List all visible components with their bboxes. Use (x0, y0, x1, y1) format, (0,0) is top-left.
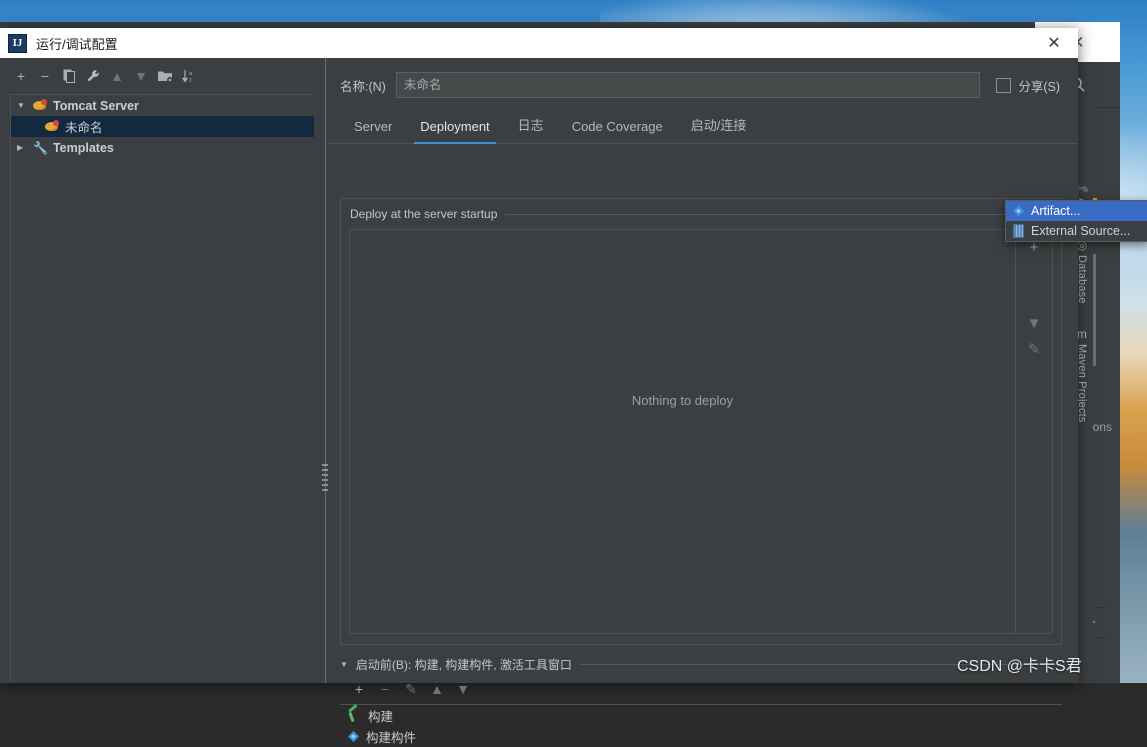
edit-task-button[interactable]: ✎ (400, 679, 422, 699)
edit-templates-button[interactable] (82, 66, 104, 86)
tab-deployment[interactable]: Deployment (406, 114, 503, 144)
deployment-legend: Deploy at the server startup (350, 207, 1052, 221)
move-down-button[interactable]: ▼ (1019, 310, 1049, 336)
wrench-icon: 🔧 (33, 140, 48, 155)
copy-configuration-button[interactable] (58, 66, 80, 86)
tree-row-unnamed-config[interactable]: 未命名 (11, 116, 314, 137)
name-label: 名称:(N) (340, 79, 386, 94)
svg-text:a: a (189, 71, 193, 77)
artifact-diamond-icon (1013, 205, 1024, 217)
legend-divider (505, 213, 1052, 215)
copy-icon (63, 69, 75, 83)
dialog-titlebar: IJ 运行/调试配置 ✕ (0, 28, 1078, 58)
svg-text:z: z (189, 78, 192, 84)
name-row: 名称:(N) 分享(S) (328, 58, 1078, 98)
edit-button[interactable]: ✎ (1019, 336, 1049, 362)
remove-task-button[interactable]: − (374, 679, 396, 699)
hammer-icon (348, 709, 361, 722)
list-item[interactable]: 构建构件 (341, 726, 1061, 747)
menu-item-external-source[interactable]: External Source... (1006, 221, 1147, 241)
deployment-panel: Deploy at the server startup Nothing to … (340, 198, 1062, 645)
dialog-body: + − ▲ ▼ a z ▼ Tomcat Server 未命名 ▶ 🔧 Temp… (0, 58, 1078, 745)
tomcat-icon (45, 120, 60, 133)
share-checkbox-wrapper[interactable]: 分享(S) (996, 76, 1060, 95)
external-source-icon (1013, 224, 1024, 238)
add-deployment-dropdown-menu[interactable]: Artifact... External Source... (1005, 200, 1147, 242)
close-icon[interactable]: ✕ (1040, 28, 1068, 58)
configurations-toolbar: + − ▲ ▼ a z (0, 58, 322, 93)
intellij-logo-icon: IJ (8, 33, 27, 53)
tab-startup-connection[interactable]: 启动/连接 (677, 110, 761, 143)
configuration-details-pane: 名称:(N) 分享(S) Server Deployment 日志 Code C… (328, 58, 1078, 745)
empty-state-text: Nothing to deploy (631, 393, 734, 408)
run-debug-configurations-dialog: IJ 运行/调试配置 ✕ + − ▲ ▼ a z ▼ Tomcat Server… (0, 28, 1078, 745)
artifact-diamond-icon (348, 731, 359, 742)
task-label: 构建构件 (366, 731, 417, 745)
before-launch-toolbar: + − ✎ ▲ ▼ (340, 673, 1062, 703)
deployment-list-container: Nothing to deploy + ▼ ✎ (349, 229, 1053, 634)
tree-item-label: 未命名 (65, 121, 103, 135)
menu-item-label: External Source... (1031, 224, 1131, 238)
before-launch-task-list[interactable]: 构建 构建构件 (340, 704, 1062, 745)
add-configuration-button[interactable]: + (10, 66, 32, 86)
remove-configuration-button[interactable]: − (34, 66, 56, 86)
configuration-tabs: Server Deployment 日志 Code Coverage 启动/连接 (328, 98, 1078, 144)
move-down-button[interactable]: ▼ (130, 66, 152, 86)
dialog-title: 运行/调试配置 (36, 36, 118, 52)
tree-item-label: Tomcat Server (53, 98, 139, 113)
move-up-button[interactable]: ▲ (106, 66, 128, 86)
tab-server[interactable]: Server (340, 114, 406, 143)
sort-az-icon: a z (182, 70, 193, 84)
folder-add-icon (157, 71, 173, 83)
tomcat-icon (33, 99, 48, 112)
task-label: 构建 (368, 710, 394, 724)
name-input[interactable] (395, 72, 981, 98)
before-launch-header[interactable]: ▼ 启动前(B): 构建, 构建构件, 激活工具窗口 (340, 656, 1062, 673)
deployment-side-toolbar: + ▼ ✎ (1015, 230, 1052, 633)
deployment-list[interactable]: Nothing to deploy (350, 230, 1015, 633)
before-launch-label: 启动前(B): 构建, 构建构件, 激活工具窗口 (355, 658, 572, 672)
share-label: 分享(S) (1018, 79, 1060, 94)
chevron-right-icon[interactable]: ▶ (17, 143, 28, 152)
task-up-button[interactable]: ▲ (426, 679, 448, 699)
list-item[interactable]: 构建 (341, 705, 1061, 726)
tree-row-templates[interactable]: ▶ 🔧 Templates (11, 137, 314, 158)
tree-row-tomcat-server[interactable]: ▼ Tomcat Server (11, 95, 314, 116)
before-launch-section: ▼ 启动前(B): 构建, 构建构件, 激活工具窗口 + − ✎ ▲ ▼ 构建 (340, 656, 1062, 745)
add-task-button[interactable]: + (348, 679, 370, 699)
chevron-down-icon[interactable]: ▼ (17, 101, 28, 110)
watermark: CSDN @卡卡S君 (957, 658, 1082, 675)
menu-item-label: Artifact... (1031, 204, 1081, 218)
sort-configurations-button[interactable]: a z (178, 66, 200, 86)
deployment-legend-label: Deploy at the server startup (350, 207, 498, 221)
configurations-tree[interactable]: ▼ Tomcat Server 未命名 ▶ 🔧 Templates (10, 94, 314, 681)
share-checkbox[interactable] (996, 77, 1012, 93)
configurations-left-pane: + − ▲ ▼ a z ▼ Tomcat Server 未命名 ▶ 🔧 Temp… (0, 58, 322, 683)
maven-icon: m (1076, 326, 1088, 341)
splitter-line (325, 58, 326, 683)
tab-logs[interactable]: 日志 (504, 110, 558, 143)
chevron-down-icon[interactable]: ▼ (340, 660, 348, 669)
tree-item-label: Templates (52, 140, 114, 155)
task-down-button[interactable]: ▼ (452, 679, 474, 699)
wrench-icon (87, 70, 99, 82)
tab-code-coverage[interactable]: Code Coverage (558, 114, 677, 143)
new-folder-button[interactable] (154, 66, 176, 86)
menu-item-artifact[interactable]: Artifact... (1006, 201, 1147, 221)
